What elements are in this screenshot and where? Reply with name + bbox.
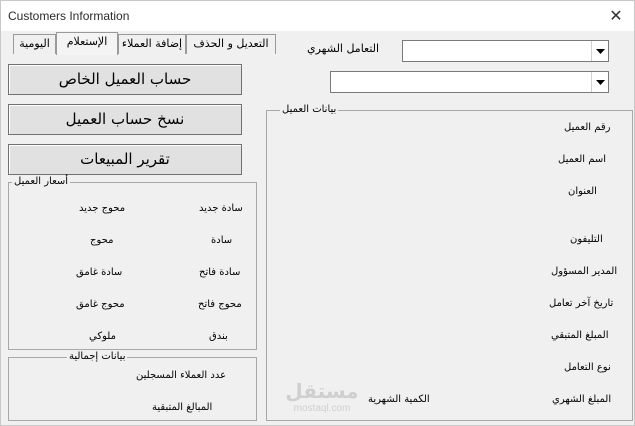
remaining-amounts-label: المبالغ المتبقية bbox=[152, 402, 213, 413]
customer-name-label: اسم العميل bbox=[558, 154, 607, 165]
price-hazelnut: بندق bbox=[209, 331, 228, 342]
sales-report-button[interactable]: تقرير المبيعات bbox=[8, 144, 242, 175]
tab-add-customers[interactable]: إضافة العملاء bbox=[118, 34, 186, 54]
monthly-dealing-combo[interactable] bbox=[402, 40, 609, 62]
totals-title: بيانات إجمالية bbox=[67, 351, 128, 363]
title-bar: Customers Information ✕ bbox=[1, 1, 634, 31]
watermark-ar: مستقل bbox=[285, 379, 359, 403]
window-title: Customers Information bbox=[8, 9, 130, 23]
copy-account-button[interactable]: نسخ حساب العميل bbox=[8, 104, 242, 135]
chevron-down-icon[interactable] bbox=[591, 41, 608, 61]
totals-frame: بيانات إجمالية bbox=[8, 351, 257, 421]
last-dealing-date-label: تاريخ آخر تعامل bbox=[549, 298, 614, 309]
price-mixed-new: محوج جديد bbox=[79, 203, 126, 214]
tab-query[interactable]: الإستعلام bbox=[56, 32, 118, 55]
remaining-amount-label: المبلغ المتبقي bbox=[551, 330, 609, 341]
price-mixed: محوج bbox=[90, 235, 114, 246]
dealing-type-label: نوع التعامل bbox=[564, 362, 611, 373]
phone-label: التليفون bbox=[570, 234, 603, 245]
price-plain: سادة bbox=[211, 235, 233, 246]
monthly-amount-label: المبلغ الشهري bbox=[552, 394, 612, 405]
price-mixed-dark: محوج غامق bbox=[76, 299, 125, 310]
price-plain-light: سادة فاتح bbox=[199, 267, 241, 278]
watermark-en: mostaql.com bbox=[293, 403, 351, 414]
price-plain-dark: سادة غامق bbox=[76, 267, 123, 278]
close-icon[interactable]: ✕ bbox=[606, 6, 626, 26]
address-label: العنوان bbox=[568, 186, 597, 197]
responsible-manager-label: المدير المسؤول bbox=[551, 266, 618, 277]
registered-customers-count-label: عدد العملاء المسجلين bbox=[136, 370, 227, 381]
private-account-button[interactable]: حساب العميل الخاص bbox=[8, 64, 242, 95]
tab-daily[interactable]: اليومية bbox=[13, 34, 56, 54]
mostaql-watermark-logo: مستقل mostaql.com bbox=[285, 379, 359, 419]
price-mixed-light: محوج فاتح bbox=[198, 299, 242, 310]
chevron-down-icon[interactable] bbox=[591, 72, 608, 92]
monthly-dealing-label: التعامل الشهري bbox=[307, 42, 380, 55]
tab-edit-delete[interactable]: التعديل و الحذف bbox=[186, 34, 276, 54]
customer-prices-title: أسعار العميل bbox=[12, 176, 71, 188]
monthly-quantity-label: الكمية الشهرية bbox=[368, 394, 430, 405]
price-royal: ملوكي bbox=[89, 331, 116, 342]
customers-window: Customers Information ✕ التعديل و الحذف … bbox=[0, 0, 635, 426]
customer-number-label: رقم العميل bbox=[564, 122, 611, 133]
customer-data-title: بيانات العميل bbox=[280, 104, 339, 116]
customer-select-combo[interactable] bbox=[330, 71, 609, 93]
price-plain-new: سادة جديد bbox=[199, 203, 243, 214]
